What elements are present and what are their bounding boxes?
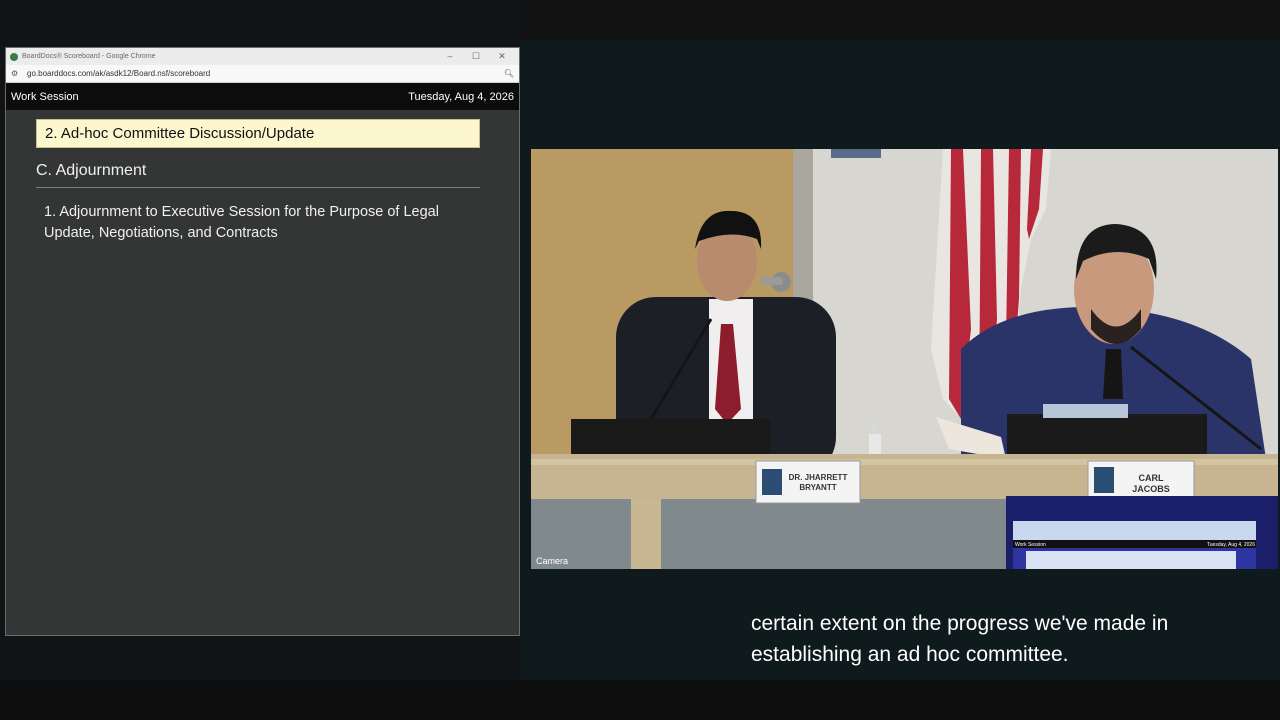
closed-caption: certain extent on the progress we've mad… [751, 608, 1231, 670]
monitor-session-date: Tuesday, Aug 4, 2026 [1206, 542, 1255, 548]
site-info-icon[interactable]: ⚙ [11, 69, 21, 78]
current-agenda-item: 2. Ad-hoc Committee Discussion/Update [36, 119, 480, 148]
window-title: BoardDocs® Scoreboard - Google Chrome [22, 53, 156, 60]
nameplate-1-line1: DR. JHARRETT [788, 473, 848, 482]
close-button[interactable]: ✕ [489, 48, 515, 65]
section-heading: C. Adjournment [36, 162, 480, 188]
agenda-content: 2. Ad-hoc Committee Discussion/Update C.… [6, 110, 519, 635]
session-name: Work Session [11, 90, 79, 103]
zoom-icon[interactable]: 🔍︎ [504, 69, 514, 78]
monitor-session-name: Work Session [1015, 542, 1046, 548]
url-text[interactable]: go.boarddocs.com/ak/asdk12/Board.nsf/sco… [27, 69, 504, 78]
nameplate-1-line2: BRYANTT [799, 483, 837, 492]
camera-label: Camera [536, 556, 569, 566]
nameplate-2-line2: JACOBS [1132, 484, 1170, 494]
browser-window: BoardDocs® Scoreboard - Google Chrome – … [5, 47, 520, 636]
browser-titlebar: BoardDocs® Scoreboard - Google Chrome – … [6, 48, 519, 65]
bottom-letterbox [0, 680, 1280, 720]
session-header: Work Session Tuesday, Aug 4, 2026 [6, 83, 519, 110]
agenda-item: 1. Adjournment to Executive Session for … [44, 204, 439, 241]
boarddocs-app-icon [10, 52, 18, 61]
caption-line-1: certain extent on the progress we've mad… [751, 612, 1169, 635]
minimize-button[interactable]: – [437, 48, 463, 65]
camera-video-feed: DR. JHARRETT BRYANTT CARL JACOBS Work Se… [531, 149, 1278, 569]
session-date: Tuesday, Aug 4, 2026 [408, 90, 514, 103]
caption-line-2: establishing an ad hoc committee. [751, 643, 1069, 666]
nameplate-2-line1: CARL [1138, 473, 1164, 483]
address-bar[interactable]: ⚙ go.boarddocs.com/ak/asdk12/Board.nsf/s… [6, 65, 519, 83]
maximize-button[interactable]: ☐ [463, 48, 489, 65]
